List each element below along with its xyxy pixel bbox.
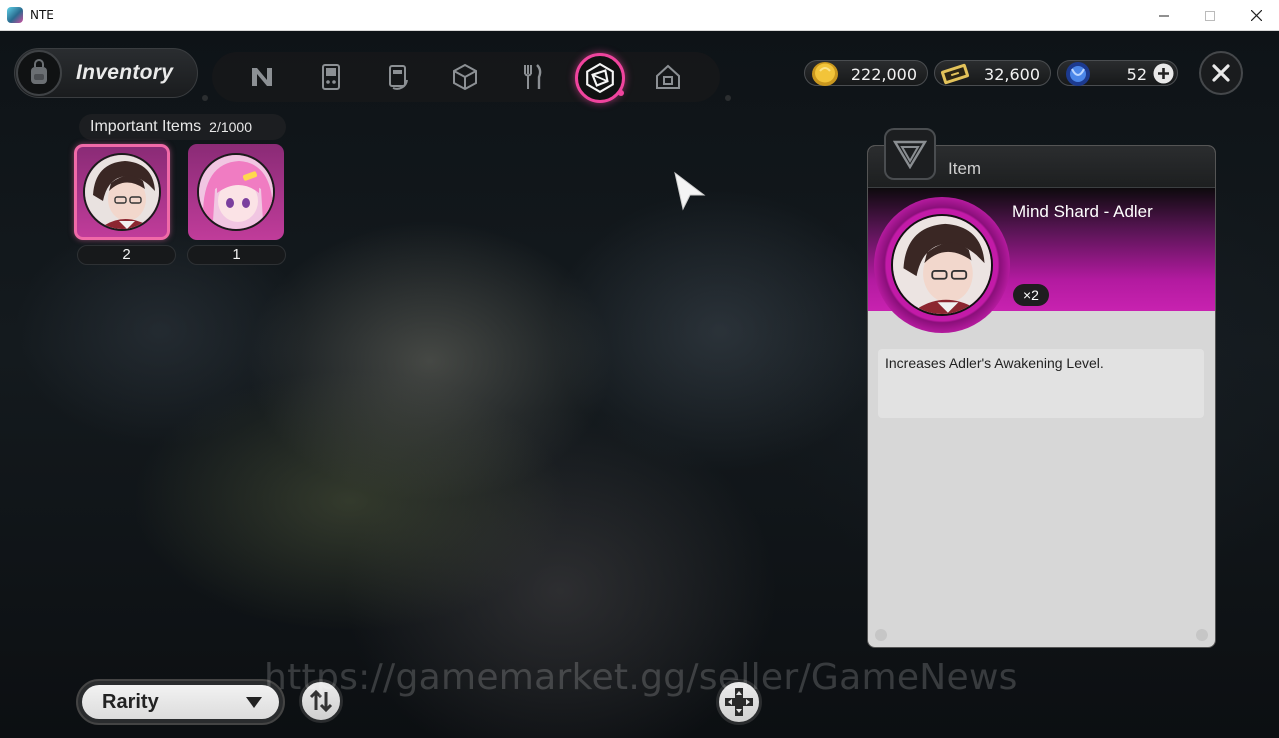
caret-down-icon [246, 697, 262, 708]
rarity-sort-dropdown[interactable]: Rarity [76, 679, 285, 725]
corner-dot [1196, 629, 1208, 641]
detail-adler-portrait [891, 214, 993, 316]
tab-food[interactable] [511, 56, 553, 98]
game-viewport: Inventory 222,000 32,600 52 Important It… [0, 31, 1279, 738]
n-logo-icon [252, 68, 272, 86]
tab-cards[interactable] [377, 56, 419, 98]
shard-icon [586, 62, 614, 94]
section-header: Important Items 2/1000 [79, 114, 286, 140]
add-crystal-icon[interactable] [1153, 63, 1174, 84]
window-controls [1141, 0, 1279, 31]
item-description: Increases Adler's Awakening Level. [885, 355, 1104, 371]
tab-bar-dot [725, 95, 731, 101]
tab-home[interactable] [647, 56, 689, 98]
minimize-icon [1159, 15, 1169, 16]
cube-icon [453, 63, 477, 91]
adler-portrait [83, 153, 161, 231]
section-title: Important Items [90, 118, 202, 135]
panel-emblem-icon [884, 128, 936, 180]
gold-coin-icon [812, 62, 838, 86]
gold-amount: 222,000 [850, 65, 917, 84]
mouse-cursor-icon [674, 171, 706, 211]
section-count: 2/1000 [209, 119, 252, 135]
pink-girl-portrait [197, 153, 275, 231]
corner-dot [875, 629, 887, 641]
ticket-amount: 32,600 [984, 65, 1040, 84]
active-tab-dot [618, 90, 624, 96]
item-slot-pink-girl[interactable] [188, 144, 284, 240]
ticket-icon [940, 63, 970, 85]
window-title: NTE [30, 8, 54, 22]
item-owned-count: ×2 [1013, 284, 1049, 306]
fork-knife-icon [524, 64, 542, 89]
inventory-header: Inventory [14, 48, 198, 98]
tab-device[interactable] [310, 56, 352, 98]
maximize-button[interactable] [1187, 0, 1233, 31]
minimize-button[interactable] [1141, 0, 1187, 31]
item-slot-adler[interactable] [74, 144, 170, 240]
app-icon [7, 7, 23, 23]
blue-crystal-icon [1066, 62, 1090, 86]
detail-header-label: Item [948, 159, 982, 178]
maximize-icon [1205, 10, 1215, 21]
close-window-button[interactable] [1233, 0, 1279, 31]
window-titlebar: NTE [0, 0, 1279, 31]
tab-important[interactable] [575, 53, 625, 103]
house-icon [656, 64, 680, 89]
gold-currency: 222,000 [804, 60, 928, 86]
handheld-console-icon [322, 64, 340, 90]
inventory-title: Inventory [76, 61, 174, 84]
tab-materials[interactable] [444, 56, 486, 98]
close-inventory-button[interactable] [1199, 51, 1243, 95]
item-quantity: 2 [77, 245, 176, 265]
backpack-icon [16, 50, 62, 96]
ticket-currency: 32,600 [934, 60, 1051, 86]
close-icon [1212, 64, 1230, 82]
watermark-text: https://gamemarket.gg/seller/GameNews [264, 657, 1018, 698]
crystal-currency: 52 [1057, 60, 1178, 86]
item-quantity: 1 [187, 245, 286, 265]
crystal-amount: 52 [1126, 65, 1147, 84]
tab-n[interactable] [241, 56, 283, 98]
item-name: Mind Shard - Adler [1012, 202, 1153, 221]
item-description-box: Increases Adler's Awakening Level. [878, 349, 1204, 418]
rarity-dropdown-face: Rarity [82, 685, 279, 719]
tab-bar-dot [202, 95, 208, 101]
card-stack-icon [389, 65, 408, 90]
category-tab-bar [202, 52, 731, 103]
close-icon [1250, 10, 1262, 21]
rarity-label: Rarity [102, 691, 159, 713]
